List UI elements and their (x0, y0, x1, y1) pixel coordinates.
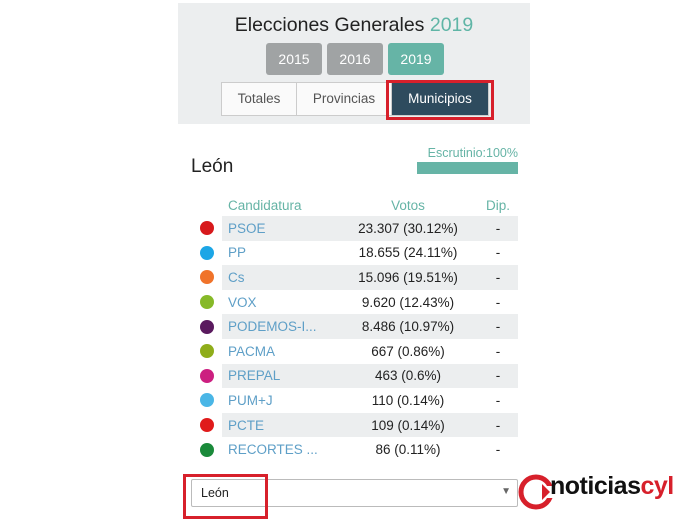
scrutiny-label: Escrutinio:100% (427, 146, 518, 160)
results-table: Candidatura Votos Dip. PSOE 23.307 (30.12… (192, 194, 518, 462)
scrutiny-progress-bar (417, 162, 518, 174)
tab-totales[interactable]: Totales (222, 83, 297, 115)
region-title: León (191, 156, 234, 177)
votes-cell: 86 (0.11%) (375, 442, 441, 458)
table-row: PUM+J 110 (0.14%) - (192, 388, 518, 413)
results-body: PSOE 23.307 (30.12%) - PP 18.655 (24.11%) - … (192, 216, 518, 462)
party-color-dot (200, 245, 214, 260)
header-votos: Votos (391, 197, 425, 213)
party-color-dot (200, 442, 214, 457)
title-prefix: Elecciones Generales (234, 14, 425, 36)
party-name-link[interactable]: PP (222, 241, 338, 266)
dip-cell: - (478, 363, 518, 389)
dip-cell: - (495, 294, 501, 310)
year-button-2019[interactable]: 2019 (388, 43, 444, 75)
party-color-dot (200, 221, 214, 236)
votes-cell: 23.307 (30.12%) (338, 216, 478, 241)
votes-cell: 18.655 (24.11%) (358, 245, 458, 261)
title-year: 2019 (429, 14, 474, 36)
table-row: Cs 15.096 (19.51%) - (192, 265, 518, 290)
party-name-link[interactable]: PODEMOS-I... (222, 314, 338, 339)
party-color-dot (200, 270, 214, 285)
table-row: PREPAL 463 (0.6%) - (192, 363, 518, 389)
votes-cell: 9.620 (12.43%) (361, 294, 455, 310)
highlight-box-tab (386, 80, 494, 120)
votes-cell: 463 (0.6%) (338, 363, 478, 389)
party-color-dot (200, 393, 214, 408)
page-title: Elecciones Generales 2019 (178, 14, 530, 37)
dip-cell: - (478, 216, 518, 241)
logo-text: noticiascyl (550, 472, 674, 500)
dip-cell: - (478, 265, 518, 290)
dip-cell: - (495, 442, 501, 458)
votes-cell: 667 (0.86%) (371, 343, 445, 359)
header-dip: Dip. (485, 197, 510, 213)
dip-cell: - (495, 392, 501, 408)
party-name-link[interactable]: PACMA (222, 339, 338, 364)
header-candidatura: Candidatura (228, 197, 302, 213)
party-name-link[interactable]: PREPAL (222, 363, 338, 389)
votes-cell: 110 (0.14%) (371, 392, 445, 408)
table-row: PSOE 23.307 (30.12%) - (192, 216, 518, 241)
party-color-dot (200, 368, 214, 383)
party-color-dot (200, 319, 214, 334)
party-name-link[interactable]: PSOE (222, 216, 338, 241)
year-button-2016[interactable]: 2016 (327, 43, 383, 75)
table-row: PODEMOS-I... 8.486 (10.97%) - (192, 314, 518, 339)
noticiascyl-logo: noticiascyl (518, 470, 693, 514)
votes-cell: 15.096 (19.51%) (338, 265, 478, 290)
party-name-link[interactable]: PUM+J (222, 388, 338, 413)
party-color-dot (200, 418, 214, 433)
table-row: RECORTES ... 86 (0.11%) - (192, 437, 518, 462)
party-color-dot (200, 344, 214, 359)
table-row: VOX 9.620 (12.43%) - (192, 290, 518, 315)
table-row: PP 18.655 (24.11%) - (192, 241, 518, 266)
party-name-link[interactable]: PCTE (222, 412, 338, 438)
dip-cell: - (495, 245, 501, 261)
party-name-link[interactable]: VOX (222, 290, 338, 315)
highlight-box-select (183, 474, 268, 519)
year-button-2015[interactable]: 2015 (266, 43, 322, 75)
dip-cell: - (478, 314, 518, 339)
year-selector: 2015 2016 2019 (266, 43, 444, 75)
table-row: PCTE 109 (0.14%) - (192, 412, 518, 438)
chevron-down-icon: ▼ (501, 486, 511, 497)
tab-provincias[interactable]: Provincias (297, 83, 392, 115)
party-color-dot (200, 295, 214, 310)
party-name-link[interactable]: Cs (222, 265, 338, 290)
party-name-link[interactable]: RECORTES ... (222, 437, 338, 462)
table-row: PACMA 667 (0.86%) - (192, 339, 518, 364)
votes-cell: 8.486 (10.97%) (338, 314, 478, 339)
scrutiny-progress-fill (417, 162, 518, 174)
dip-cell: - (478, 412, 518, 438)
votes-cell: 109 (0.14%) (338, 412, 478, 438)
dip-cell: - (495, 343, 501, 359)
table-header-row: Candidatura Votos Dip. (192, 194, 518, 216)
